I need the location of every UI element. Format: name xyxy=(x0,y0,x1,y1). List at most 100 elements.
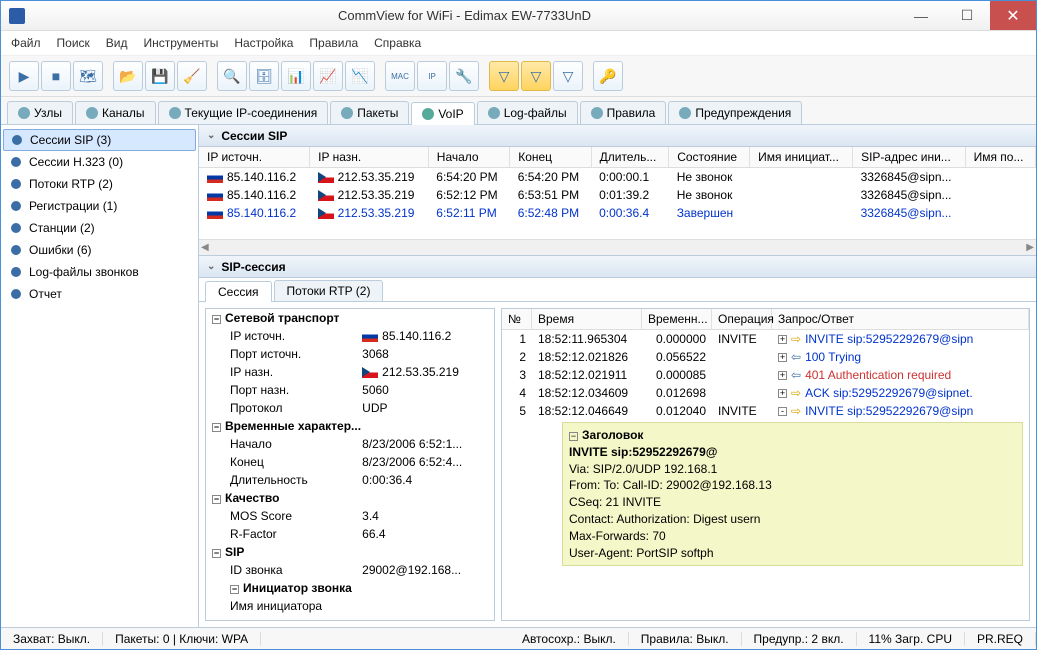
column-header[interactable]: Начало xyxy=(428,147,509,168)
save-button[interactable]: 💾 xyxy=(145,61,175,91)
tab-VoIP[interactable]: VoIP xyxy=(411,102,474,125)
message-row[interactable]: 318:52:12.0219110.000085+⇦401 Authentica… xyxy=(502,366,1029,384)
column-header[interactable]: Имя по... xyxy=(965,147,1035,168)
property-group[interactable]: −Качество xyxy=(206,489,494,507)
tab-Предупреждения[interactable]: Предупреждения xyxy=(668,101,802,124)
column-header[interactable]: Время xyxy=(532,309,642,329)
wrench-button[interactable]: 🔧 xyxy=(449,61,479,91)
stats3-button[interactable]: 📉 xyxy=(345,61,375,91)
search-button[interactable]: 🔍 xyxy=(217,61,247,91)
column-header[interactable]: IP назн. xyxy=(310,147,429,168)
arrow-icon: ⇦ xyxy=(791,350,801,364)
close-button[interactable]: ✕ xyxy=(990,1,1036,30)
properties-pane[interactable]: −Сетевой транспортIP источн.85.140.116.2… xyxy=(205,308,495,621)
ip-button[interactable]: IP xyxy=(417,61,447,91)
table-row[interactable]: 85.140.116.2212.53.35.2196:54:20 PM6:54:… xyxy=(199,168,1036,187)
column-header[interactable]: № xyxy=(502,309,532,329)
property-label: Начало xyxy=(206,435,356,453)
sidebar-item[interactable]: Станции (2) xyxy=(1,217,198,239)
clear-button[interactable]: 🧹 xyxy=(177,61,207,91)
property-group[interactable]: −SIP xyxy=(206,543,494,561)
sessions-grid[interactable]: IP источн.IP назн.НачалоКонецДлитель...С… xyxy=(199,147,1036,239)
messages-pane[interactable]: №ВремяВременн...ОперацияЗапрос/Ответ 118… xyxy=(501,308,1030,621)
map-button[interactable]: 🗺 xyxy=(73,61,103,91)
status-packets: Пакеты: 0 | Ключи: WPA xyxy=(103,632,261,646)
tab-Узлы[interactable]: Узлы xyxy=(7,101,73,124)
db-button[interactable]: 🗄 xyxy=(249,61,279,91)
sip-headers-block: −ЗаголовокINVITE sip:52952292679@Via: SI… xyxy=(562,422,1023,566)
property-group[interactable]: −Сетевой транспорт xyxy=(206,309,494,327)
chevron-down-icon[interactable]: ⌄ xyxy=(207,261,215,272)
sidebar-item[interactable]: Сессии SIP (3) xyxy=(3,129,196,151)
property-label: IP источн. xyxy=(206,327,356,345)
column-header[interactable]: Имя инициат... xyxy=(750,147,853,168)
menu-Вид[interactable]: Вид xyxy=(106,36,128,50)
column-header[interactable]: Операция xyxy=(712,309,772,329)
column-header[interactable]: Состояние xyxy=(669,147,750,168)
chevron-down-icon[interactable]: ⌄ xyxy=(207,130,215,141)
stats2-button[interactable]: 📈 xyxy=(313,61,343,91)
expand-icon[interactable]: - xyxy=(778,407,787,416)
column-header[interactable]: Конец xyxy=(510,147,591,168)
property-group[interactable]: −Временные характер... xyxy=(206,417,494,435)
status-cpu: 11% Загр. CPU xyxy=(857,632,965,646)
filter3-button[interactable]: ▽ xyxy=(553,61,583,91)
app-icon xyxy=(9,8,25,24)
maximize-button[interactable]: ☐ xyxy=(944,1,990,30)
tab-Правила[interactable]: Правила xyxy=(580,101,667,124)
tab-Текущие IP-соединения[interactable]: Текущие IP-соединения xyxy=(158,101,329,124)
menu-Инструменты[interactable]: Инструменты xyxy=(144,36,219,50)
filter1-button[interactable]: ▽ xyxy=(489,61,519,91)
sidebar-item[interactable]: Отчет xyxy=(1,283,198,305)
column-header[interactable]: Длитель... xyxy=(591,147,669,168)
sidebar-item-label: Ошибки (6) xyxy=(29,243,92,257)
sidebar-item-label: Log-файлы звонков xyxy=(29,265,139,279)
sidebar-item[interactable]: Сессии H.323 (0) xyxy=(1,151,198,173)
menu-Правила[interactable]: Правила xyxy=(309,36,358,50)
menu-Файл[interactable]: Файл xyxy=(11,36,41,50)
filter2-button[interactable]: ▽ xyxy=(521,61,551,91)
sidebar-item[interactable]: Регистрации (1) xyxy=(1,195,198,217)
menu-Поиск[interactable]: Поиск xyxy=(57,36,90,50)
play-button[interactable]: ▶ xyxy=(9,61,39,91)
sidebar-item[interactable]: Потоки RTP (2) xyxy=(1,173,198,195)
inner-tab[interactable]: Потоки RTP (2) xyxy=(274,280,384,301)
column-header[interactable]: IP источн. xyxy=(199,147,310,168)
property-group[interactable]: −Инициатор звонка xyxy=(206,579,494,597)
stats1-button[interactable]: 📊 xyxy=(281,61,311,91)
column-header[interactable]: Временн... xyxy=(642,309,712,329)
tab-Пакеты[interactable]: Пакеты xyxy=(330,101,409,124)
sidebar-item[interactable]: Ошибки (6) xyxy=(1,239,198,261)
menu-Настройка[interactable]: Настройка xyxy=(234,36,293,50)
tab-Log-файлы[interactable]: Log-файлы xyxy=(477,101,578,124)
sidebar-item-label: Регистрации (1) xyxy=(29,199,117,213)
sidebar-item[interactable]: Log-файлы звонков xyxy=(1,261,198,283)
message-row[interactable]: 418:52:12.0346090.012698+⇨ACK sip:529522… xyxy=(502,384,1029,402)
inner-tab[interactable]: Сессия xyxy=(205,281,272,302)
mac-button[interactable]: MAC xyxy=(385,61,415,91)
message-row[interactable]: 218:52:12.0218260.056522+⇦100 Trying xyxy=(502,348,1029,366)
menu-Справка[interactable]: Справка xyxy=(374,36,421,50)
expand-icon[interactable]: + xyxy=(778,335,787,344)
table-row[interactable]: 85.140.116.2212.53.35.2196:52:11 PM6:52:… xyxy=(199,204,1036,222)
expand-icon[interactable]: + xyxy=(778,389,787,398)
tab-Каналы[interactable]: Каналы xyxy=(75,101,156,124)
column-header[interactable]: Запрос/Ответ xyxy=(772,309,1029,329)
table-row[interactable]: 85.140.116.2212.53.35.2196:52:12 PM6:53:… xyxy=(199,186,1036,204)
key-button[interactable]: 🔑 xyxy=(593,61,623,91)
property-value: 85.140.116.2 xyxy=(356,327,494,345)
minimize-button[interactable]: — xyxy=(898,1,944,30)
sidebar: Сессии SIP (3)Сессии H.323 (0)Потоки RTP… xyxy=(1,125,199,627)
property-label: ID звонка xyxy=(206,561,356,579)
h-scrollbar[interactable]: ◀▶ xyxy=(199,239,1036,255)
sip-session-header: ⌄ SIP-сессия xyxy=(199,256,1036,278)
message-row[interactable]: 118:52:11.9653040.000000INVITE+⇨INVITE s… xyxy=(502,330,1029,348)
stop-button[interactable]: ■ xyxy=(41,61,71,91)
column-header[interactable]: SIP-адрес ини... xyxy=(853,147,965,168)
message-row[interactable]: 518:52:12.0466490.012040INVITE-⇨INVITE s… xyxy=(502,402,1029,420)
open-button[interactable]: 📂 xyxy=(113,61,143,91)
property-value: 0:00:36.4 xyxy=(356,471,494,489)
expand-icon[interactable]: + xyxy=(778,353,787,362)
status-alerts: Предупр.: 2 вкл. xyxy=(742,632,857,646)
expand-icon[interactable]: + xyxy=(778,371,787,380)
